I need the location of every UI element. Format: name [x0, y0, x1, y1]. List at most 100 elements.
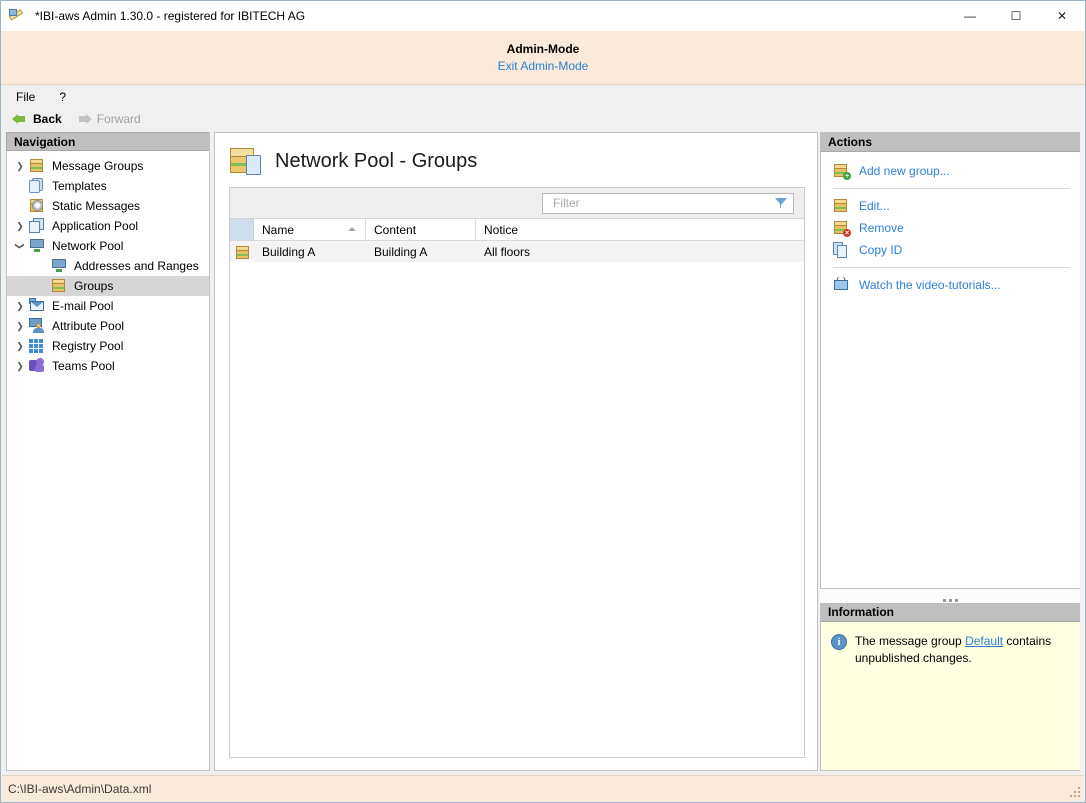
sidebar-item-network-pool[interactable]: ❯ Network Pool — [7, 236, 209, 256]
sidebar-item-e-mail-pool[interactable]: ❯ E-mail Pool — [7, 296, 209, 316]
registry-grid-icon — [29, 338, 47, 354]
chevron-right-icon[interactable]: ❯ — [11, 357, 29, 375]
sidebar-item-label: Teams Pool — [52, 359, 115, 373]
chevron-right-icon[interactable]: ❯ — [11, 297, 29, 315]
row-icon-cell — [230, 241, 254, 262]
application-window: *IBI-aws Admin 1.30.0 - registered for I… — [0, 0, 1086, 803]
table-toolbar — [230, 188, 804, 219]
page-header: Network Pool - Groups — [215, 133, 817, 187]
info-circle-icon: i — [831, 634, 847, 650]
tv-icon — [833, 276, 850, 293]
actions-pane: Actions + Add new group... Edit... × Remove C… — [820, 132, 1080, 589]
sidebar-item-message-groups[interactable]: ❯ Message Groups — [7, 156, 209, 176]
exit-admin-mode-link[interactable]: Exit Admin-Mode — [498, 59, 589, 73]
menu-item-file[interactable]: File — [11, 88, 40, 106]
sidebar-item-static-messages[interactable]: Static Messages — [7, 196, 209, 216]
content-pane: Network Pool - Groups Name — [214, 132, 818, 771]
actions-separator — [833, 267, 1070, 268]
chevron-down-icon[interactable]: ❯ — [11, 237, 29, 255]
panel-resize-grip[interactable] — [820, 589, 1080, 603]
information-header: Information — [821, 603, 1080, 622]
action-watch-the-video-tutorials[interactable]: Watch the video-tutorials... — [821, 274, 1080, 296]
page-title: Network Pool - Groups — [275, 149, 478, 172]
table-header-name[interactable]: Name — [254, 219, 366, 240]
chevron-right-icon[interactable]: ❯ — [11, 157, 29, 175]
back-button[interactable]: Back — [7, 111, 67, 127]
table-header-content[interactable]: Content — [366, 219, 476, 240]
filter-box[interactable] — [542, 192, 794, 214]
action-copy-id[interactable]: Copy ID — [821, 239, 1080, 261]
information-body: i The message group Default contains unp… — [821, 622, 1080, 770]
action-add-new-group[interactable]: + Add new group... — [821, 160, 1080, 182]
sort-ascending-icon — [348, 227, 356, 231]
filter-funnel-icon[interactable] — [773, 196, 789, 210]
arrow-left-icon — [12, 112, 28, 126]
table-row[interactable]: Building A Building A All floors — [230, 241, 804, 262]
action-remove[interactable]: × Remove — [821, 217, 1080, 239]
teams-icon — [29, 358, 47, 374]
chevron-right-icon[interactable]: ❯ — [11, 317, 29, 335]
sidebar-item-label: Registry Pool — [52, 339, 124, 353]
navigation-toolbar: Back Forward — [1, 108, 1085, 130]
sidebar-item-label: Message Groups — [52, 159, 144, 173]
forward-button-label: Forward — [96, 112, 141, 126]
status-bar: C:\IBI-aws\Admin\Data.xml — [2, 775, 1084, 801]
table-header-row: Name Content Notice — [230, 219, 804, 241]
sidebar-item-application-pool[interactable]: ❯ Application Pool — [7, 216, 209, 236]
gold-box-icon — [833, 198, 850, 214]
sidebar-item-templates[interactable]: Templates — [7, 176, 209, 196]
table-header-notice[interactable]: Notice — [476, 219, 804, 240]
sidebar-item-teams-pool[interactable]: ❯ Teams Pool — [7, 356, 209, 376]
copy-pages-icon — [833, 242, 850, 258]
maximize-button[interactable]: ☐ — [993, 1, 1039, 31]
default-message-group-link[interactable]: Default — [965, 634, 1003, 648]
chevron-right-icon[interactable]: ❯ — [11, 217, 29, 235]
admin-mode-banner: Admin-Mode Exit Admin-Mode — [1, 31, 1085, 85]
action-label: Remove — [859, 221, 904, 235]
table-header-notice-label: Notice — [484, 222, 519, 237]
gold-box-delete-icon: × — [833, 220, 851, 237]
table-rows: Building A Building A All floors — [230, 241, 804, 262]
envelope-icon — [29, 298, 47, 314]
monitor-icon — [51, 258, 69, 274]
gold-box-icon — [51, 278, 69, 294]
information-pane: Information i The message group Default … — [820, 603, 1080, 771]
navigation-tree: ❯ Message Groups Templates Static Messages ❯… — [6, 151, 209, 770]
action-label: Add new group... — [859, 164, 950, 178]
filter-input[interactable] — [551, 195, 773, 211]
navigation-pane: Navigation ❯ Message Groups Templates Stati… — [6, 132, 210, 771]
action-edit[interactable]: Edit... — [821, 195, 1080, 217]
templates-icon — [29, 178, 47, 194]
navigation-header: Navigation — [6, 132, 209, 151]
menu-bar: File ? — [1, 85, 1085, 108]
right-column: Actions + Add new group... Edit... × Remove C… — [820, 132, 1080, 771]
sidebar-item-attribute-pool[interactable]: ❯ Attribute Pool — [7, 316, 209, 336]
actions-header: Actions — [821, 133, 1080, 152]
arrow-right-icon — [76, 112, 92, 126]
sidebar-item-registry-pool[interactable]: ❯ Registry Pool — [7, 336, 209, 356]
sidebar-item-label: Network Pool — [52, 239, 124, 253]
back-button-label: Back — [33, 112, 62, 126]
status-bar-path: C:\IBI-aws\Admin\Data.xml — [8, 781, 152, 796]
gold-box-icon — [235, 245, 250, 259]
table-header-name-label: Name — [262, 222, 295, 237]
groups-table-container: Name Content Notice Building ABuilding A… — [229, 187, 805, 758]
window-resize-grip[interactable] — [1068, 785, 1080, 797]
title-bar: *IBI-aws Admin 1.30.0 - registered for I… — [1, 1, 1085, 31]
table-header-select-all[interactable] — [230, 219, 254, 240]
actions-list: + Add new group... Edit... × Remove Copy ID Wa… — [821, 152, 1080, 296]
sidebar-item-label: Templates — [52, 179, 107, 193]
sidebar-item-addresses-and-ranges[interactable]: Addresses and Ranges — [7, 256, 209, 276]
sidebar-item-groups[interactable]: Groups — [7, 276, 209, 296]
menu-item-help[interactable]: ? — [54, 88, 71, 106]
sidebar-item-label: E-mail Pool — [52, 299, 114, 313]
chevron-right-icon[interactable]: ❯ — [11, 337, 29, 355]
information-text-before: The message group — [855, 634, 966, 648]
admin-mode-title: Admin-Mode — [506, 42, 580, 56]
close-button[interactable]: ✕ — [1039, 1, 1085, 31]
minimize-button[interactable]: — — [947, 1, 993, 31]
